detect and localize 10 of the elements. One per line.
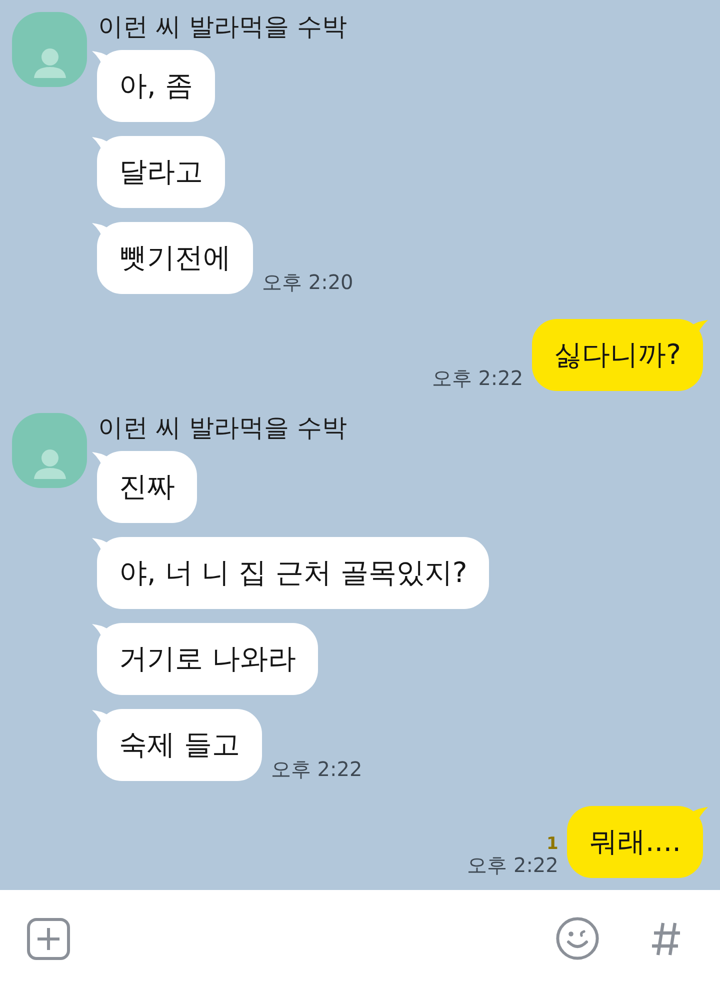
sender-name: 이런 씨 발라먹을 수박 <box>98 13 347 41</box>
unread-count: 1 <box>546 835 558 853</box>
message-time: 오후 2:20 <box>262 270 354 294</box>
smiley-icon[interactable] <box>556 917 599 960</box>
message-time: 오후 2:22 <box>270 757 362 781</box>
message-time: 오후 2:22 <box>467 853 558 877</box>
message-time: 오후 2:22 <box>432 366 524 390</box>
sender-name: 이런 씨 발라먹을 수박 <box>98 414 347 442</box>
plus-icon[interactable] <box>27 918 70 960</box>
hash-icon[interactable] <box>651 922 681 956</box>
